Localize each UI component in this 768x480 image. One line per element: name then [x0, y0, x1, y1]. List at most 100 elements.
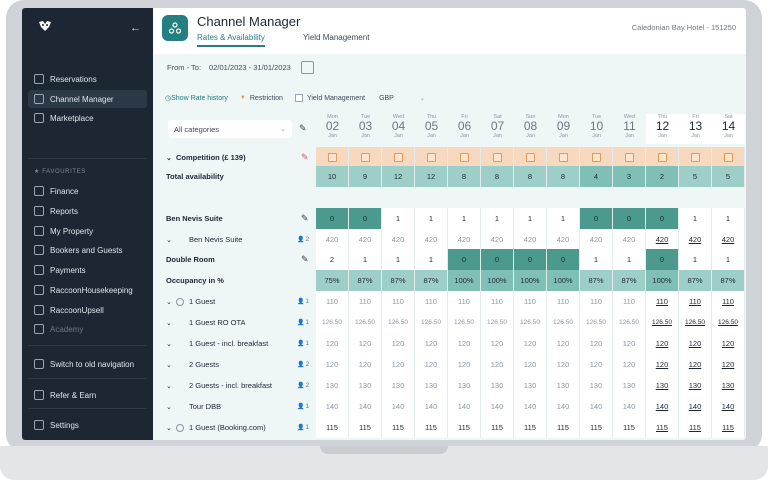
grid-cell[interactable] [712, 147, 745, 168]
switch-old-navigation[interactable]: Switch to old navigation [34, 355, 134, 373]
day-header[interactable]: Thu 05 Jan [415, 114, 448, 144]
grid-cell[interactable]: 100% [646, 270, 679, 291]
grid-cell[interactable]: 87% [613, 270, 646, 291]
grid-cell[interactable] [349, 147, 382, 168]
competition-calendar-icon[interactable] [525, 153, 535, 162]
day-header[interactable]: Wed 11 Jan [613, 114, 646, 144]
collapse-sidebar-icon[interactable]: ← [130, 22, 141, 34]
row-header[interactable]: ⌄ Ben Nevis Suite [166, 229, 314, 250]
chevron-down-icon[interactable]: ⌄ [166, 236, 176, 244]
grid-cell[interactable]: 12 [415, 166, 448, 187]
grid-cell[interactable]: 2 [646, 166, 679, 187]
competition-calendar-icon[interactable] [591, 153, 601, 162]
grid-cell[interactable]: 5 [712, 166, 745, 187]
grid-cell[interactable]: 130 [547, 375, 580, 396]
grid-cell[interactable]: 1 [481, 208, 514, 229]
row-header[interactable]: ⌄ 1 Guest RO OTA [166, 312, 314, 333]
grid-cell[interactable]: 120 [514, 333, 547, 354]
grid-cell[interactable]: 87% [679, 270, 712, 291]
grid-cell[interactable]: 115 [613, 417, 646, 438]
grid-cell[interactable]: 0 [316, 208, 349, 229]
grid-cell[interactable]: 0 [580, 208, 613, 229]
grid-cell[interactable] [415, 147, 448, 168]
sidebar-item-reports[interactable]: Reports [34, 202, 78, 220]
day-header[interactable]: Thu 12 Jan [646, 114, 679, 144]
grid-cell[interactable]: 130 [316, 375, 349, 396]
sidebar-item-bookers-guests[interactable]: Bookers and Guests [34, 241, 122, 259]
raccoon-logo-icon[interactable] [38, 20, 52, 32]
grid-cell[interactable]: 110 [382, 291, 415, 312]
grid-cell[interactable]: 110 [481, 291, 514, 312]
grid-cell[interactable]: 87% [415, 270, 448, 291]
grid-cell[interactable]: 1 [712, 208, 745, 229]
grid-cell[interactable]: 126.50 [679, 312, 712, 333]
grid-cell[interactable]: 120 [382, 333, 415, 354]
tab-rates-availability[interactable]: Rates & Availability [197, 33, 265, 47]
grid-cell[interactable]: 87% [382, 270, 415, 291]
radio-icon[interactable] [176, 423, 184, 432]
grid-cell[interactable]: 120 [448, 354, 481, 375]
edit-pencil-icon[interactable]: ✎ [301, 152, 309, 163]
competition-calendar-icon[interactable] [690, 153, 700, 162]
grid-cell[interactable]: 8 [481, 166, 514, 187]
grid-cell[interactable]: 0 [481, 249, 514, 270]
calendar-picker-icon[interactable] [300, 61, 314, 74]
grid-cell[interactable]: 130 [613, 375, 646, 396]
grid-cell[interactable]: 120 [415, 333, 448, 354]
grid-cell[interactable]: 87% [349, 270, 382, 291]
chevron-down-icon[interactable]: ⌄ [166, 403, 176, 411]
grid-cell[interactable]: 115 [415, 417, 448, 438]
grid-cell[interactable]: 140 [712, 396, 745, 417]
grid-cell[interactable]: 126.50 [580, 312, 613, 333]
chevron-down-icon[interactable]: ⌄ [166, 382, 176, 390]
grid-cell[interactable]: 120 [547, 354, 580, 375]
grid-cell[interactable]: 115 [580, 417, 613, 438]
grid-cell[interactable]: 120 [580, 333, 613, 354]
grid-cell[interactable]: 420 [514, 229, 547, 250]
grid-cell[interactable]: 120 [712, 333, 745, 354]
grid-cell[interactable]: 110 [712, 291, 745, 312]
grid-cell[interactable]: 120 [382, 354, 415, 375]
grid-cell[interactable]: 120 [580, 354, 613, 375]
sidebar-item-upsell[interactable]: RaccoonUpsell [34, 301, 104, 319]
grid-cell[interactable]: 87% [580, 270, 613, 291]
competition-calendar-icon[interactable] [723, 153, 733, 162]
edit-pencil-icon[interactable]: ✎ [301, 254, 309, 265]
row-header[interactable]: ⌄ Tour DBB [166, 396, 314, 417]
grid-cell[interactable]: 1 [679, 208, 712, 229]
grid-cell[interactable]: 1 [415, 249, 448, 270]
grid-cell[interactable] [580, 147, 613, 168]
sidebar-item-reservations[interactable]: Reservations [34, 70, 97, 88]
grid-cell[interactable]: 1 [448, 208, 481, 229]
day-header[interactable]: Tue 10 Jan [580, 114, 613, 144]
competition-calendar-icon[interactable] [393, 153, 403, 162]
grid-cell[interactable]: 140 [349, 396, 382, 417]
row-header[interactable]: ⌄ 2 Guests [166, 354, 314, 375]
tab-yield-management[interactable]: Yield Management [303, 33, 369, 45]
grid-cell[interactable] [613, 147, 646, 168]
grid-cell[interactable]: 115 [382, 417, 415, 438]
grid-cell[interactable]: 1 [514, 208, 547, 229]
grid-cell[interactable]: 1 [415, 208, 448, 229]
grid-cell[interactable]: 420 [580, 229, 613, 250]
show-rate-history-link[interactable]: Show Rate history [171, 95, 228, 102]
grid-cell[interactable]: 420 [646, 229, 679, 250]
grid-cell[interactable]: 420 [547, 229, 580, 250]
grid-cell[interactable]: 120 [316, 333, 349, 354]
grid-cell[interactable]: 140 [646, 396, 679, 417]
grid-cell[interactable]: 120 [679, 354, 712, 375]
grid-cell[interactable]: 140 [448, 396, 481, 417]
grid-cell[interactable]: 130 [415, 375, 448, 396]
grid-cell[interactable]: 0 [613, 208, 646, 229]
grid-cell[interactable]: 420 [481, 229, 514, 250]
grid-cell[interactable]: 420 [613, 229, 646, 250]
grid-cell[interactable]: 420 [712, 229, 745, 250]
grid-cell[interactable]: 130 [646, 375, 679, 396]
grid-cell[interactable]: 4 [580, 166, 613, 187]
competition-calendar-icon[interactable] [657, 153, 667, 162]
grid-cell[interactable]: 1 [679, 249, 712, 270]
row-header[interactable]: ⌄ 1 Guest (Booking.com) [166, 417, 314, 438]
day-header[interactable]: Wed 04 Jan [382, 114, 415, 144]
restriction-toggle[interactable]: Restriction [250, 95, 283, 102]
grid-cell[interactable]: 120 [481, 354, 514, 375]
